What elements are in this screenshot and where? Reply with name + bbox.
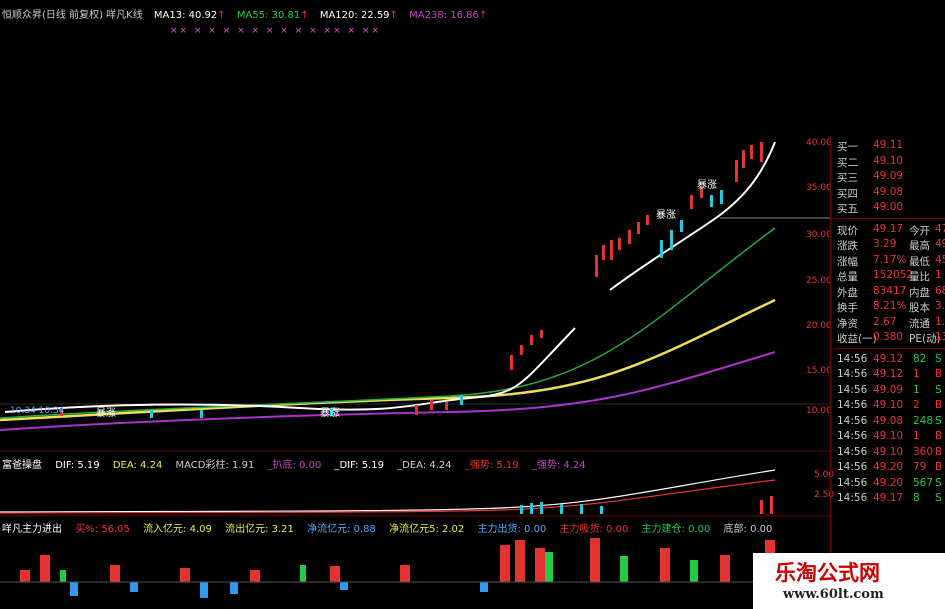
- tick-row: 14:56 49.10 2 B: [837, 399, 943, 411]
- watermark-name: 乐淘公式网: [775, 561, 880, 585]
- stat-row: 外盘83417内盘68: [837, 284, 945, 299]
- bid-row: 买一 49.11: [837, 139, 904, 153]
- ma-note: 10.34 10.34: [10, 406, 65, 416]
- tick-row: 14:56 49.17 8 S: [837, 492, 942, 504]
- ma13-line-b: [609, 141, 776, 291]
- stat-row: 涨跌3.29最高49: [837, 238, 945, 252]
- tick-row: 14:56 49.12 1 B: [837, 368, 943, 380]
- dea-line: [0, 479, 776, 514]
- kline-chart[interactable]: 10.34 10.34 暴涨 暴涨 暴涨 暴涨: [0, 0, 830, 609]
- macd-panel-header: 富爸操盘 DIF: 5.19 DEA: 4.24 MACD彩柱: 1.91 _扒…: [2, 460, 586, 471]
- signal-label-4: 暴涨: [320, 407, 340, 419]
- watermark-url: www.60lt.com: [783, 587, 884, 602]
- flow-panel-header: 咩凡主力进出 买%: 56.05 流入亿元: 4.09 流出亿元: 3.21 净…: [2, 524, 773, 535]
- stat-row: 现价49.17今开47: [837, 222, 945, 237]
- signal-label-1: 暴涨: [96, 407, 116, 419]
- stat-row: 收益(一)0.380PE(动)13: [837, 331, 945, 345]
- signal-label-3: 暴涨: [697, 179, 717, 191]
- signal-label-2: 暴涨: [656, 209, 676, 221]
- bid-row: 买三 49.09: [837, 170, 904, 184]
- dif-line: [0, 469, 776, 513]
- watermark: 乐淘公式网 www.60lt.com: [753, 553, 945, 609]
- tick-row: 14:56 49.09 1 S: [837, 383, 942, 396]
- tick-row: 14:56 49.20 567 S: [837, 476, 942, 489]
- ma238-line: [0, 351, 776, 431]
- flow-bars-green: [60, 552, 698, 582]
- tick-row: 14:56 49.12 82 S: [837, 352, 942, 365]
- tick-row: 14:56 49.10 360 B: [837, 445, 943, 458]
- flow-bars-down: [70, 582, 488, 598]
- stat-row: 净资2.67流通1.8: [837, 315, 945, 330]
- stat-row: 涨幅7.17%最低45: [837, 253, 945, 268]
- bid-row: 买五 49.00: [837, 201, 904, 215]
- candles: [60, 142, 763, 416]
- bid-row: 买四 49.08: [837, 185, 904, 200]
- flow-bars-up: [20, 538, 775, 582]
- macd-axis: 5.00 2.50: [814, 470, 835, 500]
- tick-row: 14:56 49.20 79 B: [837, 461, 943, 473]
- macd-title: 富爸操盘: [2, 460, 42, 471]
- tick-row: 14:56 49.08 248 S: [837, 414, 942, 427]
- tick-row: 14:56 49.10 1 B: [837, 430, 943, 442]
- stat-row: 换手8.21%股本3.0: [837, 300, 945, 314]
- quote-divider: [830, 136, 831, 609]
- bid-row: 买二 49.10: [837, 154, 904, 169]
- ma13-line-a: [4, 327, 576, 413]
- stat-row: 总量 152052 量比 1: [837, 269, 942, 283]
- quote-panel: 买一 49.11 买二 49.10 买三 49.09 买四 49.08 买五 49.00 现价 49.…: [835, 138, 945, 608]
